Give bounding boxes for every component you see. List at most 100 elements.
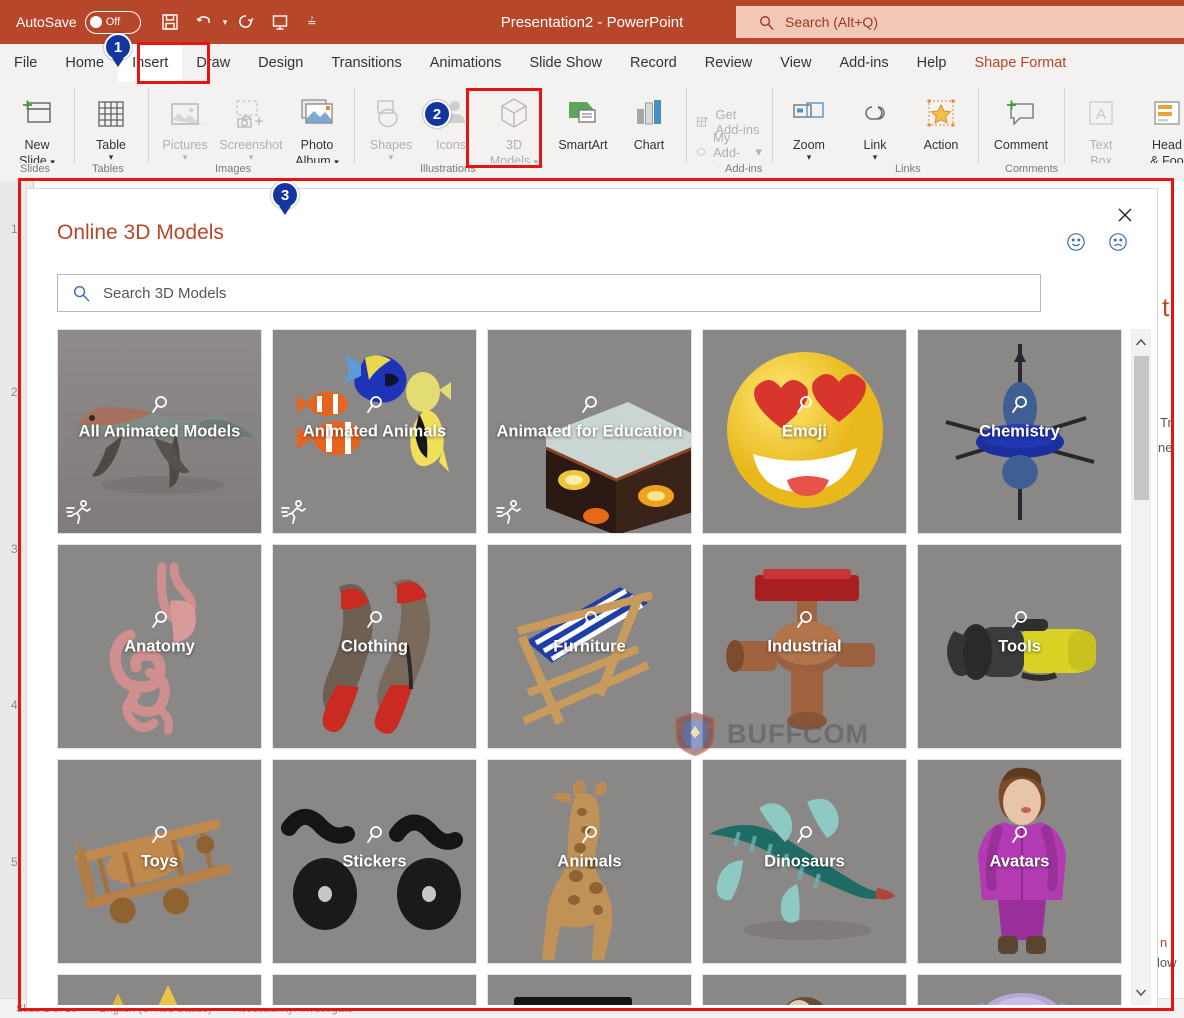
model-category-label: Emoji (782, 422, 827, 441)
magnifier-icon[interactable] (1009, 394, 1031, 416)
group-label-links: Links (895, 163, 921, 175)
customize-quick-access-icon[interactable]: ≟ (307, 16, 316, 29)
magnifier-icon[interactable] (364, 394, 386, 416)
model-category-tile[interactable]: Tools (917, 544, 1122, 749)
model-category-tile-partial[interactable] (917, 974, 1122, 1005)
tab-transitions[interactable]: Transitions (317, 44, 415, 82)
scrollbar-thumb[interactable] (1134, 356, 1149, 500)
zoom-caret-icon[interactable]: ▾ (807, 153, 812, 162)
purple-character-art (918, 975, 1121, 1005)
model-category-tile[interactable]: Stickers (272, 759, 477, 964)
model-category-label: Stickers (342, 852, 407, 871)
magnifier-icon[interactable] (579, 824, 601, 846)
autosave-control[interactable]: AutoSave Off (16, 10, 141, 34)
model-category-label: Clothing (341, 637, 408, 656)
slide-thumb-number[interactable]: 1 (11, 222, 18, 236)
magnifier-icon[interactable] (794, 394, 816, 416)
black-device-art (488, 975, 691, 1005)
group-label-comments: Comments (1005, 163, 1059, 175)
magnifier-icon[interactable] (579, 609, 601, 631)
tab-review[interactable]: Review (691, 44, 767, 82)
model-category-tile-partial[interactable] (272, 974, 477, 1005)
header-footer-label-1: Head (1152, 138, 1182, 152)
model-category-tile[interactable]: Clothing (272, 544, 477, 749)
magnifier-icon[interactable] (1009, 824, 1031, 846)
start-slideshow-icon[interactable] (265, 7, 295, 37)
model-category-tile[interactable]: Toys (57, 759, 262, 964)
model-category-tile[interactable]: Emoji (702, 329, 907, 534)
search-3d-models-placeholder: Search 3D Models (103, 284, 227, 302)
magnifier-icon[interactable] (1009, 609, 1031, 631)
search-box[interactable]: Search (Alt+Q) (736, 6, 1184, 38)
model-category-tile[interactable]: Avatars (917, 759, 1122, 964)
model-category-tile[interactable]: Industrial (702, 544, 907, 749)
model-category-tile[interactable]: Chemistry (917, 329, 1122, 534)
model-category-tile[interactable]: All Animated Models (57, 329, 262, 534)
table-label: Table (96, 138, 126, 152)
tab-file[interactable]: File (0, 44, 51, 82)
magnifier-icon[interactable] (149, 394, 171, 416)
screenshot-label: Screenshot (219, 138, 283, 152)
tab-help[interactable]: Help (903, 44, 961, 82)
link-caret-icon[interactable]: ▾ (873, 153, 878, 162)
action-label: Action (923, 138, 959, 152)
slide-thumb-number[interactable]: 4 (11, 698, 18, 712)
magnifier-icon[interactable] (364, 824, 386, 846)
model-category-tile[interactable]: Dinosaurs (702, 759, 907, 964)
feedback-controls (1065, 231, 1131, 255)
model-category-label: Tools (998, 637, 1041, 656)
zoom-icon (791, 92, 827, 136)
smiley-sad-icon[interactable] (1107, 231, 1131, 255)
tab-design[interactable]: Design (244, 44, 317, 82)
magnifier-icon[interactable] (364, 609, 386, 631)
table-caret-icon[interactable]: ▾ (109, 153, 114, 162)
tab-slide-show[interactable]: Slide Show (515, 44, 616, 82)
model-category-tile-partial[interactable] (487, 974, 692, 1005)
model-category-tile[interactable]: Furniture (487, 544, 692, 749)
tab-animations[interactable]: Animations (416, 44, 516, 82)
shapes-caret-icon[interactable]: ▾ (389, 153, 394, 162)
redo-icon[interactable] (231, 7, 261, 37)
model-category-tile[interactable]: Anatomy (57, 544, 262, 749)
magnifier-icon[interactable] (579, 394, 601, 416)
search-3d-models-input[interactable]: Search 3D Models (57, 274, 1041, 312)
photo-album-icon (299, 92, 335, 136)
model-category-tile[interactable]: Animals (487, 759, 692, 964)
smiley-happy-icon[interactable] (1065, 231, 1089, 255)
tab-shape-format[interactable]: Shape Format (960, 44, 1080, 82)
slide-thumb-number[interactable]: 3 (11, 542, 18, 556)
dialog-scrollbar[interactable] (1131, 329, 1151, 1005)
magnifier-icon[interactable] (794, 609, 816, 631)
svg-text:A: A (1096, 106, 1106, 123)
autosave-toggle[interactable]: Off (84, 10, 141, 34)
slide-thumb-number[interactable]: 5 (11, 855, 18, 869)
screenshot-caret-icon[interactable]: ▾ (249, 153, 254, 162)
pictures-icon (168, 92, 202, 136)
pictures-caret-icon[interactable]: ▾ (183, 153, 188, 162)
tab-draw[interactable]: Draw (182, 44, 244, 82)
dialog-title: Online 3D Models (57, 221, 224, 244)
model-category-label: Dinosaurs (764, 852, 845, 871)
model-category-tile[interactable]: Animated Animals (272, 329, 477, 534)
model-category-tile-partial[interactable] (702, 974, 907, 1005)
magnifier-icon[interactable] (794, 824, 816, 846)
tab-add-ins[interactable]: Add-ins (825, 44, 902, 82)
chevron-up-icon[interactable] (1132, 332, 1150, 352)
undo-caret-icon[interactable]: ▾ (223, 17, 228, 28)
magnifier-icon[interactable] (149, 609, 171, 631)
model-category-tile-partial[interactable] (57, 974, 262, 1005)
tab-view[interactable]: View (766, 44, 825, 82)
chevron-down-icon[interactable] (1132, 982, 1150, 1002)
close-icon[interactable] (1111, 201, 1139, 229)
chart-label: Chart (633, 138, 665, 152)
undo-icon[interactable] (189, 7, 219, 37)
new-slide-icon (19, 92, 55, 136)
slide-thumb-number[interactable]: 2 (11, 385, 18, 399)
title-bar: AutoSave Off ▾ ≟ Presentation2 - PowerPo… (0, 0, 1184, 44)
tab-record[interactable]: Record (616, 44, 691, 82)
magnifier-icon[interactable] (149, 824, 171, 846)
comment-icon (1003, 92, 1039, 136)
my-addins-caret-icon[interactable]: ▾ (755, 144, 762, 160)
model-category-tile[interactable]: Animated for Education (487, 329, 692, 534)
save-icon[interactable] (155, 7, 185, 37)
